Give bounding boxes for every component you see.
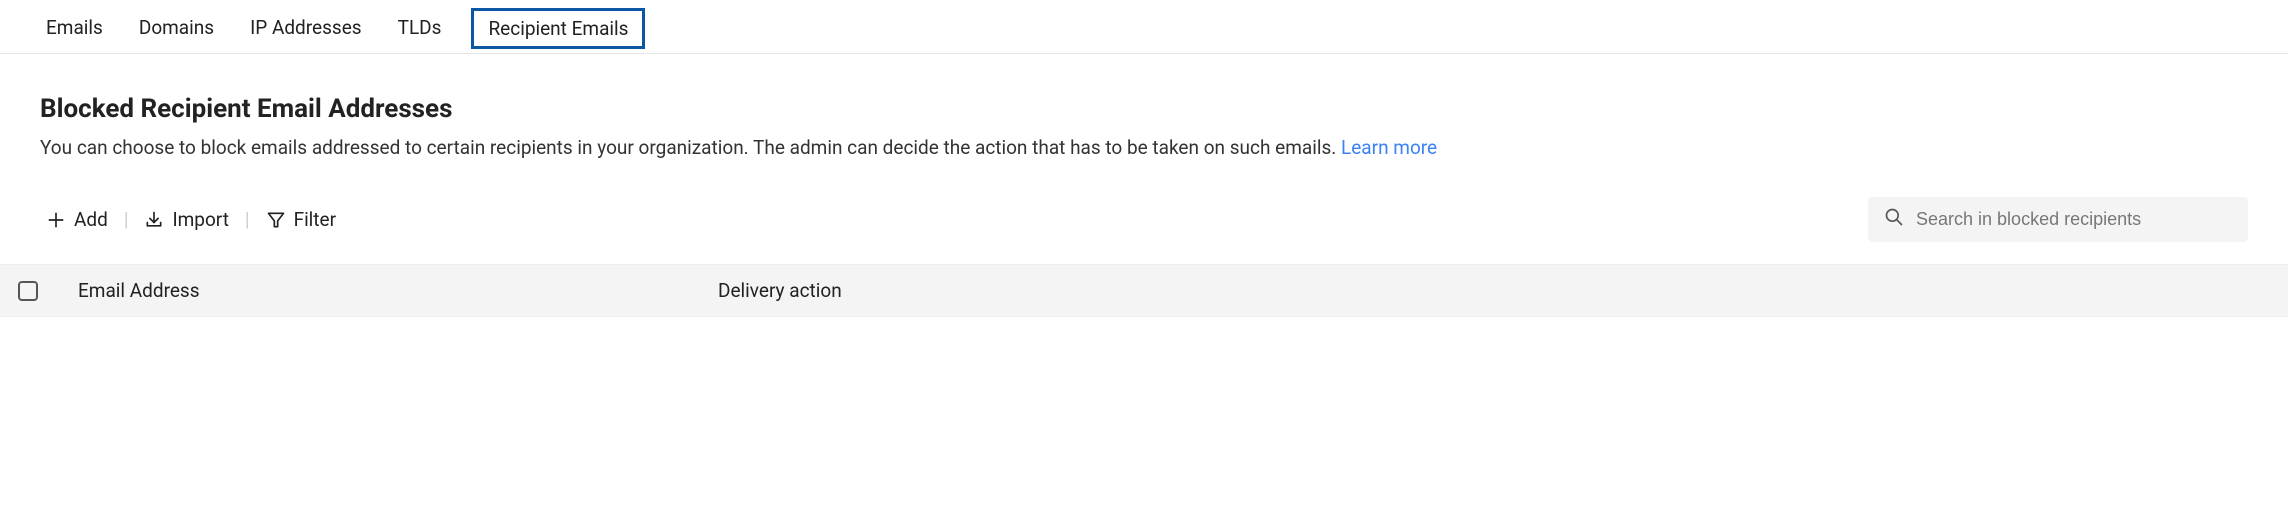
select-all-checkbox[interactable] xyxy=(18,281,38,301)
plus-icon xyxy=(46,210,66,230)
description-text: You can choose to block emails addressed… xyxy=(40,136,1341,159)
toolbar-left: Add | Import | Filter xyxy=(46,208,336,231)
learn-more-link[interactable]: Learn more xyxy=(1341,136,1437,159)
content-area: Blocked Recipient Email Addresses You ca… xyxy=(0,54,2288,264)
filter-label: Filter xyxy=(294,208,336,231)
table-header: Email Address Delivery action xyxy=(0,264,2288,317)
add-button[interactable]: Add xyxy=(46,208,108,231)
page-description: You can choose to block emails addressed… xyxy=(40,136,2248,159)
tab-ip-addresses[interactable]: IP Addresses xyxy=(244,8,368,53)
divider: | xyxy=(122,208,131,231)
filter-button[interactable]: Filter xyxy=(266,208,336,231)
search-box[interactable] xyxy=(1868,197,2248,242)
add-label: Add xyxy=(74,208,108,231)
tabs: Emails Domains IP Addresses TLDs Recipie… xyxy=(0,0,2288,54)
import-button[interactable]: Import xyxy=(144,208,228,231)
tab-emails[interactable]: Emails xyxy=(40,8,109,53)
column-email-address: Email Address xyxy=(78,279,718,302)
tab-tlds[interactable]: TLDs xyxy=(392,8,448,53)
filter-icon xyxy=(266,210,286,230)
import-icon xyxy=(144,210,164,230)
toolbar: Add | Import | Filter xyxy=(40,197,2248,264)
page-title: Blocked Recipient Email Addresses xyxy=(40,94,2248,124)
search-input[interactable] xyxy=(1914,208,2232,231)
search-icon xyxy=(1884,207,1904,232)
import-label: Import xyxy=(172,208,228,231)
tab-recipient-emails[interactable]: Recipient Emails xyxy=(471,8,645,49)
divider: | xyxy=(243,208,252,231)
select-all-cell xyxy=(18,281,78,301)
tab-domains[interactable]: Domains xyxy=(133,8,220,53)
column-delivery-action: Delivery action xyxy=(718,279,2270,302)
